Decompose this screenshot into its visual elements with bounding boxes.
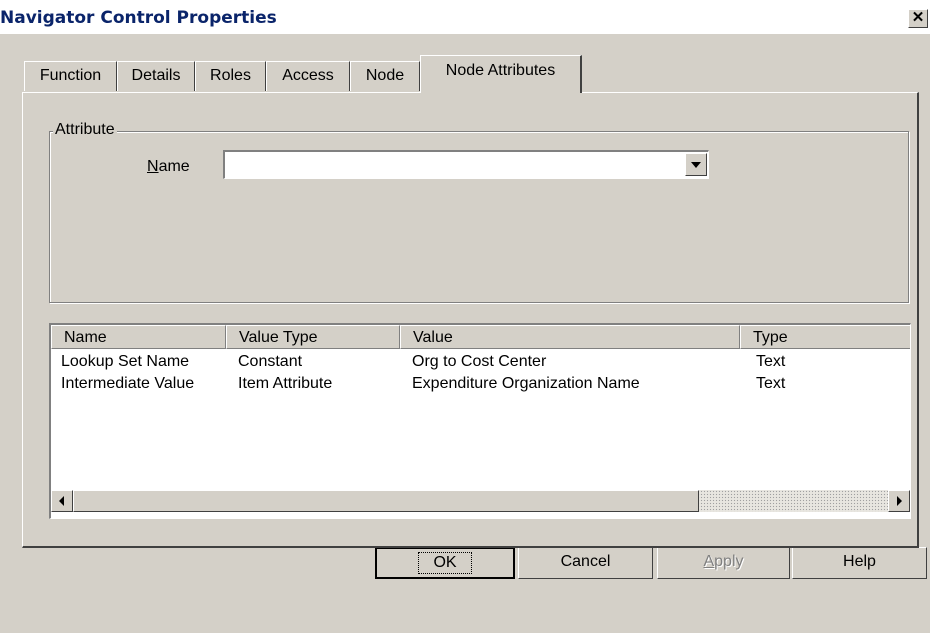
column-header-type[interactable]: Type [740, 325, 910, 349]
tab-details[interactable]: Details [117, 61, 195, 91]
apply-button[interactable]: Apply [657, 547, 790, 579]
tab-label: Roles [210, 67, 251, 84]
dialog-client-area: Function Details Roles Access Node Node … [0, 34, 930, 633]
tab-node-attributes[interactable]: Node Attributes [420, 55, 582, 93]
arrow-right-icon[interactable] [888, 490, 910, 512]
close-button[interactable]: ✕ [908, 9, 928, 28]
help-button-label: Help [843, 553, 876, 570]
title-bar: Navigator Control Properties ✕ [0, 0, 930, 34]
cell-name: Lookup Set Name [61, 353, 190, 370]
table-row[interactable]: Intermediate Value Item Attribute Expend… [51, 373, 910, 395]
tab-label: Node [365, 67, 405, 84]
cell-name: Intermediate Value [61, 375, 195, 392]
window-title: Navigator Control Properties [0, 8, 277, 28]
help-button[interactable]: Help [792, 547, 927, 579]
tab-node[interactable]: Node [350, 61, 420, 91]
chevron-down-icon[interactable] [685, 153, 707, 176]
column-header-name[interactable]: Name [51, 325, 226, 349]
table-row[interactable]: Lookup Set Name Constant Org to Cost Cen… [51, 351, 910, 373]
cell-value: Org to Cost Center [412, 353, 547, 370]
tab-label: Function [39, 67, 102, 84]
tab-access[interactable]: Access [266, 61, 350, 91]
cell-type: Text [756, 353, 786, 370]
cancel-button-label: Cancel [560, 553, 611, 570]
attributes-table[interactable]: Name Value Type Value Type Lookup Set Na… [49, 323, 911, 519]
cell-value: Expenditure Organization Name [412, 375, 640, 392]
cancel-button[interactable]: Cancel [518, 547, 653, 579]
name-label: Name [147, 158, 190, 175]
tab-label: Node Attributes [445, 62, 556, 79]
apply-button-label: Apply [703, 553, 744, 570]
column-header-value[interactable]: Value [400, 325, 740, 349]
table-header: Name Value Type Value Type [51, 325, 910, 349]
cell-value-type: Item Attribute [238, 375, 333, 392]
tab-label: Access [282, 67, 334, 84]
arrow-left-icon[interactable] [51, 490, 73, 512]
tab-roles[interactable]: Roles [195, 61, 266, 91]
cell-value-type: Constant [238, 353, 303, 370]
ok-button[interactable]: OK [375, 547, 515, 579]
ok-button-label: OK [418, 552, 472, 574]
horizontal-scrollbar[interactable] [51, 490, 910, 512]
close-icon: ✕ [911, 9, 925, 26]
cell-type: Text [756, 375, 786, 392]
column-header-value-type[interactable]: Value Type [226, 325, 400, 349]
tab-label: Details [131, 67, 181, 84]
tab-panel: Attribute Name Name Value Type Value Typ… [22, 92, 919, 548]
name-combobox[interactable] [223, 150, 709, 179]
scrollbar-thumb[interactable] [73, 490, 699, 512]
attribute-group-label: Attribute [53, 121, 117, 139]
tab-function[interactable]: Function [24, 61, 117, 91]
